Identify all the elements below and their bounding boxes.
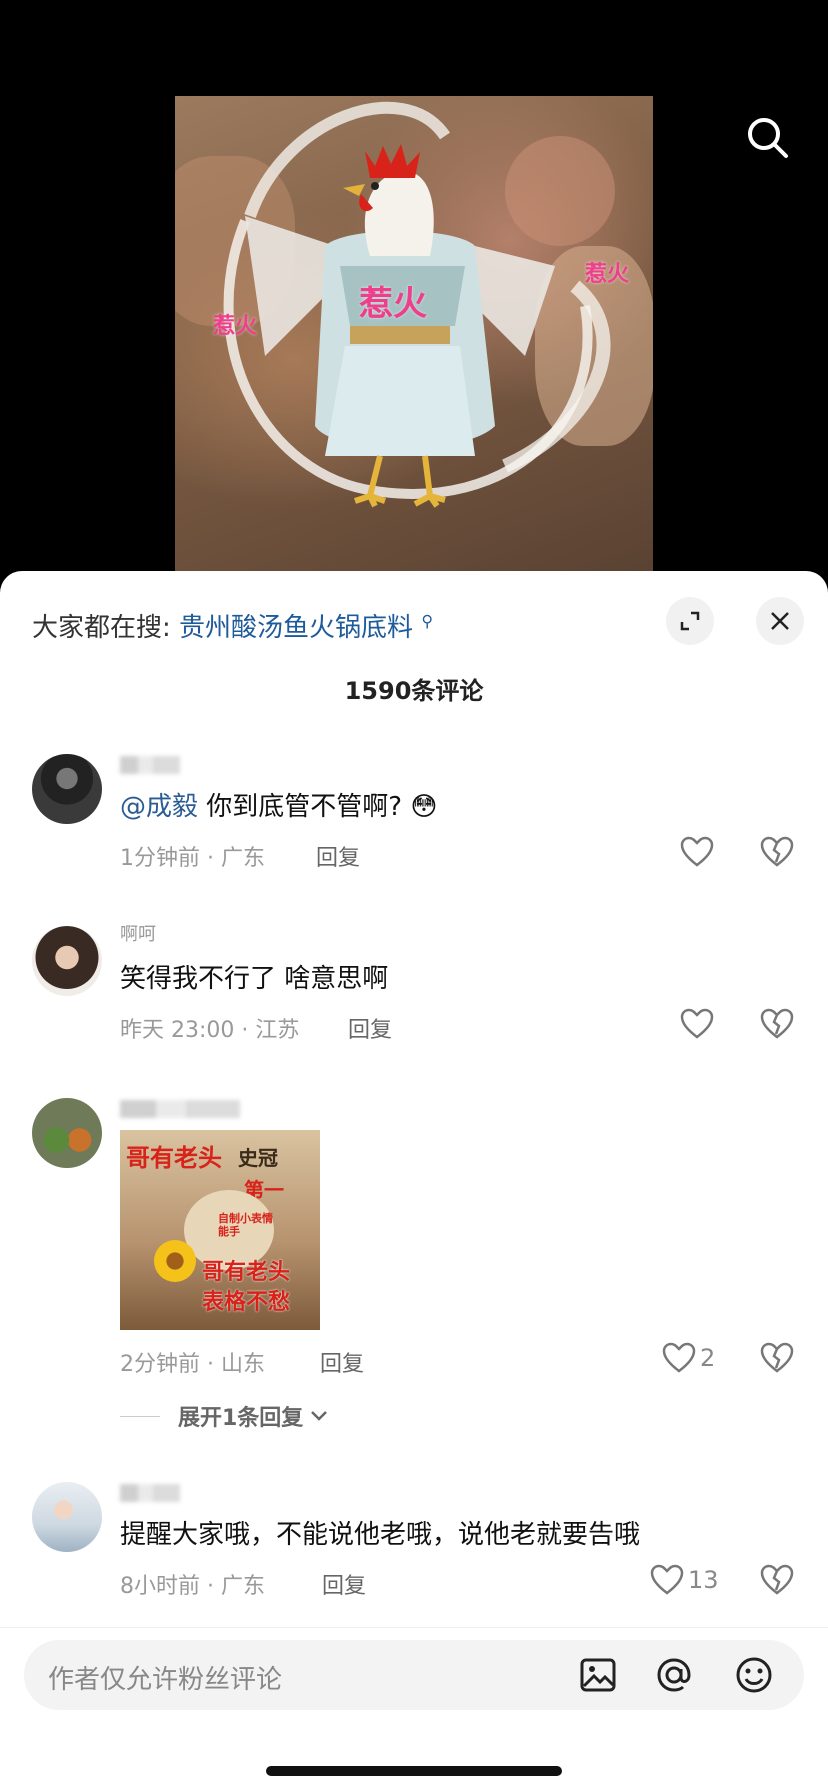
like-button[interactable] bbox=[680, 1008, 714, 1040]
heart-icon bbox=[650, 1564, 684, 1595]
mention-link[interactable]: @成毅 bbox=[120, 792, 198, 822]
emoji-icon[interactable] bbox=[734, 1655, 774, 1695]
divider bbox=[0, 1627, 828, 1628]
close-sheet-button[interactable] bbox=[756, 597, 804, 645]
expand-sheet-button[interactable] bbox=[666, 597, 714, 645]
heart-icon bbox=[680, 836, 714, 867]
like-button[interactable]: 13 bbox=[650, 1564, 719, 1596]
broken-heart-icon[interactable] bbox=[760, 836, 794, 868]
comment-input-bar[interactable]: 作者仅允许粉丝评论 bbox=[24, 1640, 804, 1710]
broken-heart-icon[interactable] bbox=[760, 1342, 794, 1374]
video-image[interactable]: 惹火 惹火 惹火 bbox=[175, 96, 653, 574]
expand-icon bbox=[680, 611, 700, 631]
comment-count: 1590条评论 bbox=[344, 677, 484, 705]
sticker-text: 表格不愁 bbox=[202, 1290, 291, 1315]
username-blurred[interactable] bbox=[120, 756, 180, 774]
like-count: 2 bbox=[700, 1344, 716, 1372]
comment-meta: 昨天 23:00 · 江苏 bbox=[120, 1018, 300, 1043]
overlay-text-center: 惹火 bbox=[359, 284, 427, 324]
at-mention-icon[interactable] bbox=[654, 1655, 694, 1695]
search-suggestion-prefix: 大家都在搜: bbox=[32, 613, 171, 643]
expand-replies-label: 展开1条回复 bbox=[178, 1406, 304, 1431]
comment-body: 你到底管不管啊? bbox=[206, 792, 403, 822]
close-icon bbox=[771, 612, 789, 630]
comment-body: 提醒大家哦，不能说他老哦，说他老就要告哦 bbox=[120, 1520, 641, 1550]
reply-button[interactable]: 回复 bbox=[348, 1012, 392, 1044]
image-icon[interactable] bbox=[578, 1655, 618, 1695]
comment-item: 提醒大家哦，不能说他老哦，说他老就要告哦 8小时前 · 广东 回复 13 bbox=[0, 1482, 828, 1632]
sticker-text: 史冠 bbox=[238, 1146, 278, 1170]
like-count: 13 bbox=[688, 1566, 719, 1594]
comment-meta: 8小时前 · 广东 bbox=[120, 1574, 265, 1599]
heart-icon bbox=[662, 1342, 696, 1373]
overlay-text-left: 惹火 bbox=[213, 314, 258, 339]
search-suggestion-keyword[interactable]: 贵州酸汤鱼火锅底料 bbox=[179, 613, 413, 643]
comment-item: @成毅 你到底管不管啊? 😳 1分钟前 · 广东 回复 bbox=[0, 754, 828, 904]
avatar[interactable] bbox=[32, 1098, 102, 1168]
expand-replies-button[interactable]: 展开1条回复 bbox=[120, 1400, 329, 1432]
sticker-image[interactable]: 哥有老头 史冠 第一 自制小表情能手 哥有老头 表格不愁 bbox=[120, 1130, 320, 1330]
sticker-text: 哥有老头 bbox=[202, 1260, 291, 1285]
comment-meta: 2分钟前 · 山东 bbox=[120, 1352, 265, 1377]
like-button[interactable] bbox=[680, 836, 714, 868]
small-search-icon: ⚲ bbox=[421, 611, 434, 631]
search-icon[interactable] bbox=[744, 114, 792, 162]
emoji-embarrassed: 😳 bbox=[410, 792, 438, 822]
comment-item: 啊呵 笑得我不行了 啥意思啊 昨天 23:00 · 江苏 回复 bbox=[0, 924, 828, 1076]
avatar[interactable] bbox=[32, 926, 102, 996]
reply-button[interactable]: 回复 bbox=[322, 1568, 366, 1600]
home-indicator[interactable] bbox=[266, 1766, 562, 1776]
overlay-text-right: 惹火 bbox=[585, 262, 630, 287]
comment-text: @成毅 你到底管不管啊? 😳 bbox=[120, 786, 437, 823]
comment-item: 哥有老头 史冠 第一 自制小表情能手 哥有老头 表格不愁 2分钟前 · 山东 回… bbox=[0, 1098, 828, 1448]
comments-sheet: 大家都在搜: 贵州酸汤鱼火锅底料 ⚲ 1590条评论 @成毅 你到底管不管啊? … bbox=[0, 571, 828, 1792]
username[interactable]: 啊呵 bbox=[120, 920, 156, 946]
comment-body: 笑得我不行了 啥意思啊 bbox=[120, 964, 389, 994]
chevron-down-icon bbox=[311, 1411, 328, 1421]
like-button[interactable]: 2 bbox=[662, 1342, 715, 1374]
avatar[interactable] bbox=[32, 1482, 102, 1552]
reply-button[interactable]: 回复 bbox=[316, 840, 360, 872]
sticker-text: 哥有老头 bbox=[126, 1144, 222, 1172]
comment-meta: 1分钟前 · 广东 bbox=[120, 846, 265, 871]
divider bbox=[120, 1415, 160, 1417]
sticker-text: 自制小表情能手 bbox=[218, 1212, 273, 1238]
heart-icon bbox=[680, 1008, 714, 1039]
comment-input-placeholder: 作者仅允许粉丝评论 bbox=[48, 1665, 283, 1695]
sunflower-icon bbox=[154, 1240, 196, 1282]
username-blurred[interactable] bbox=[120, 1484, 180, 1502]
reply-button[interactable]: 回复 bbox=[320, 1346, 364, 1378]
broken-heart-icon[interactable] bbox=[760, 1008, 794, 1040]
avatar[interactable] bbox=[32, 754, 102, 824]
search-suggestion[interactable]: 大家都在搜: 贵州酸汤鱼火锅底料 ⚲ bbox=[32, 607, 433, 644]
broken-heart-icon[interactable] bbox=[760, 1564, 794, 1596]
username-blurred[interactable] bbox=[120, 1100, 240, 1118]
